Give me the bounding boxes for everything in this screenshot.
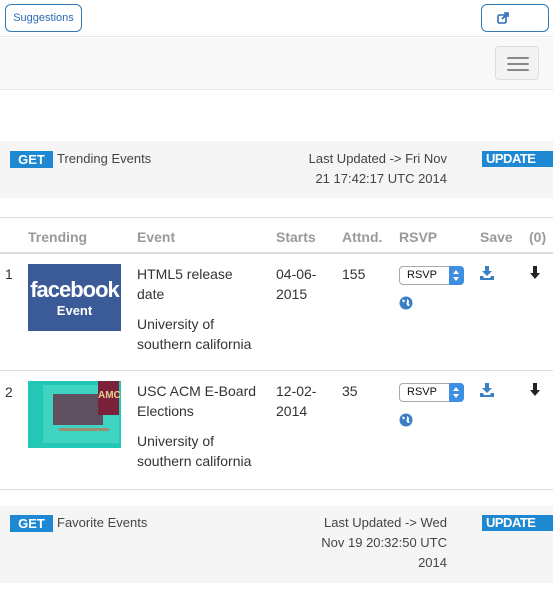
column-header-rsvp: RSVP — [399, 229, 438, 245]
hamburger-line — [507, 63, 529, 65]
last-updated-line: Nov 19 20:32:50 UTC — [321, 535, 447, 550]
last-updated-line: Last Updated -> Wed — [324, 515, 447, 530]
rsvp-select[interactable]: RSVP — [399, 266, 464, 285]
event-thumbnail[interactable]: AMC — [28, 381, 121, 448]
column-header-save: Save — [480, 229, 513, 245]
event-start-date: 12-02- 2014 — [276, 381, 316, 421]
column-header-event: Event — [137, 229, 176, 245]
globe-icon[interactable] — [399, 296, 413, 310]
last-updated-line: 2014 — [418, 555, 447, 570]
row-index: 2 — [5, 384, 13, 400]
arrow-down-icon[interactable] — [530, 383, 540, 397]
start-date-line: 12-02- — [276, 383, 317, 399]
thumbnail-caption: Event — [56, 303, 93, 318]
download-icon[interactable] — [480, 383, 494, 397]
event-title-line: date — [137, 286, 165, 302]
get-favorites-button[interactable]: GET — [10, 515, 53, 532]
last-updated-line: Last Updated -> Fri Nov — [308, 151, 447, 166]
photo-caption — [59, 428, 109, 431]
table-row[interactable]: 2 AMC USC ACM E-Board Elections Universi… — [0, 371, 553, 490]
event-attendance: 35 — [342, 383, 358, 399]
event-thumbnail[interactable]: facebook Event — [28, 264, 121, 331]
trending-events-header: GET Trending Events Last Updated -> Fri … — [0, 141, 553, 198]
external-link-icon — [497, 12, 509, 24]
top-bar: Suggestions — [0, 0, 553, 37]
event-location: University of southern california — [137, 431, 251, 471]
hamburger-line — [507, 69, 529, 71]
event-location-line: University of — [137, 316, 215, 332]
event-title[interactable]: USC ACM E-Board Elections — [137, 381, 256, 421]
open-external-button[interactable] — [481, 4, 549, 32]
table-row[interactable]: 1 facebook Event HTML5 release date Univ… — [0, 254, 553, 371]
acm-logo: AMC — [98, 381, 121, 415]
rsvp-select-value: RSVP — [407, 386, 437, 398]
navbar — [0, 38, 553, 90]
event-title-line: Elections — [137, 403, 194, 419]
column-header-starts: Starts — [276, 229, 316, 245]
event-title-line: HTML5 release — [137, 266, 233, 282]
hamburger-menu-icon — [507, 57, 529, 59]
row-index: 1 — [5, 266, 13, 282]
menu-toggle-button[interactable] — [495, 46, 539, 80]
update-favorites-button[interactable]: UPDATE — [482, 515, 553, 531]
trending-events-title: Trending Events — [57, 151, 152, 166]
trending-last-updated: Last Updated -> Fri Nov 21 17:42:17 UTC … — [247, 149, 447, 189]
suggestions-button[interactable]: Suggestions — [5, 4, 82, 32]
column-header-count: (0) — [529, 229, 547, 245]
event-attendance: 155 — [342, 266, 366, 282]
favorite-events-title: Favorite Events — [57, 515, 148, 530]
start-date-line: 2015 — [276, 286, 308, 302]
favorite-events-header: GET Favorite Events Last Updated -> Wed … — [0, 506, 553, 583]
column-header-trending: Trending — [28, 229, 88, 245]
last-updated-line: 21 17:42:17 UTC 2014 — [315, 171, 447, 186]
group-photo — [53, 394, 103, 425]
get-trending-button[interactable]: GET — [10, 151, 53, 168]
update-trending-button[interactable]: UPDATE — [482, 151, 553, 167]
arrow-down-icon[interactable] — [530, 266, 540, 280]
facebook-logo: facebook — [30, 277, 120, 302]
event-location-line: southern california — [137, 336, 252, 352]
event-location-line: southern california — [137, 453, 252, 469]
event-location-line: University of — [137, 433, 215, 449]
column-header-attendance: Attnd. — [342, 229, 383, 245]
event-title-line: USC ACM E-Board — [137, 383, 257, 399]
start-date-line: 04-06- — [276, 266, 317, 282]
event-location: University of southern california — [137, 314, 251, 354]
select-arrows-icon — [449, 383, 464, 402]
select-arrows-icon — [449, 266, 464, 285]
download-icon[interactable] — [480, 266, 494, 280]
event-title[interactable]: HTML5 release date — [137, 264, 233, 304]
rsvp-select[interactable]: RSVP — [399, 383, 464, 402]
event-start-date: 04-06- 2015 — [276, 264, 316, 304]
events-table-header: Trending Event Starts Attnd. RSVP Save (… — [0, 217, 553, 254]
rsvp-select-value: RSVP — [407, 269, 437, 281]
globe-icon[interactable] — [399, 413, 413, 427]
start-date-line: 2014 — [276, 403, 308, 419]
favorite-last-updated: Last Updated -> Wed Nov 19 20:32:50 UTC … — [247, 513, 447, 573]
